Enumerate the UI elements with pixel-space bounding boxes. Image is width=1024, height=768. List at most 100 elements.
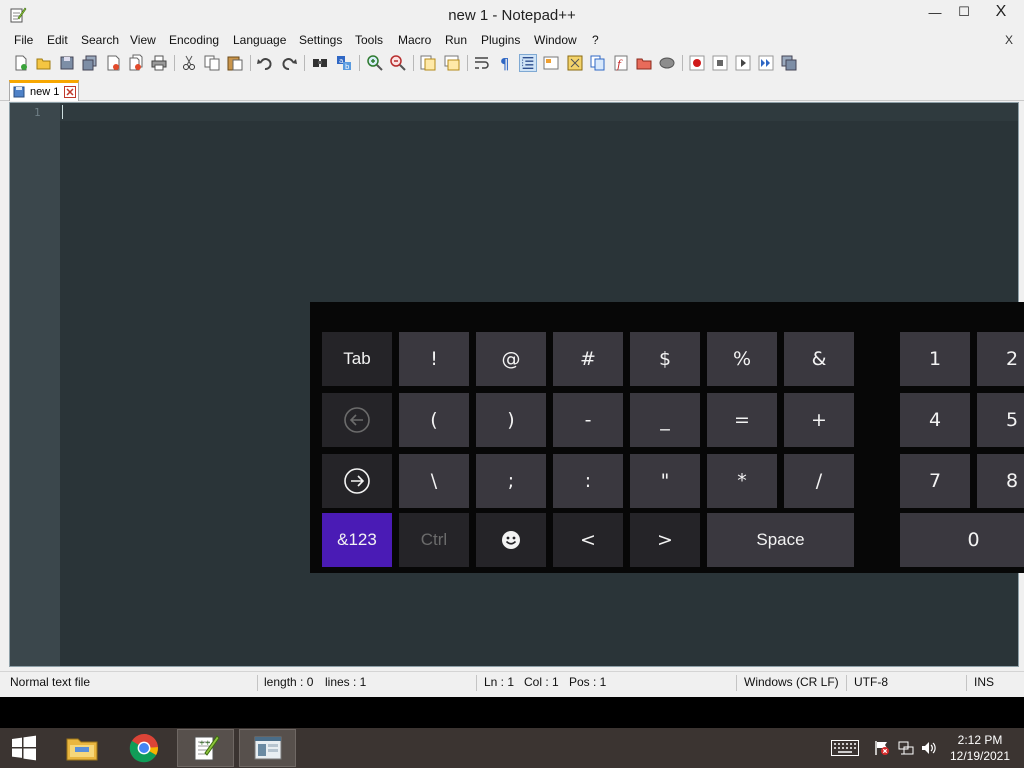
- key-8[interactable]: 8: [977, 454, 1024, 508]
- system-clock[interactable]: 2:12 PM 12/19/2021: [942, 732, 1018, 764]
- function-list-icon[interactable]: f: [612, 54, 630, 72]
- menu-run[interactable]: Run: [445, 33, 467, 47]
- status-eol-format[interactable]: Windows (CR LF): [744, 672, 839, 694]
- sync-horizontal-scroll-icon[interactable]: [443, 54, 461, 72]
- key-hyphen[interactable]: -: [553, 393, 623, 447]
- tray-network[interactable]: [896, 728, 916, 768]
- key-open-paren[interactable]: (: [399, 393, 469, 447]
- key-5[interactable]: 5: [977, 393, 1024, 447]
- status-insert-mode[interactable]: INS: [974, 672, 994, 694]
- key-dollar[interactable]: $: [630, 332, 700, 386]
- indent-guide-icon[interactable]: [519, 54, 537, 72]
- menu-view[interactable]: View: [130, 33, 156, 47]
- key-symbols-toggle[interactable]: &123: [322, 513, 392, 567]
- stop-recording-icon[interactable]: [711, 54, 729, 72]
- key-asterisk[interactable]: *: [707, 454, 777, 508]
- replace-icon[interactable]: ab: [335, 54, 353, 72]
- show-all-characters-icon[interactable]: ¶: [496, 54, 514, 72]
- emoji-icon: [502, 531, 520, 549]
- close-icon[interactable]: [64, 86, 76, 98]
- new-file-icon[interactable]: [12, 54, 30, 72]
- key-left-arrow[interactable]: <: [553, 513, 623, 567]
- document-list-icon[interactable]: [589, 54, 607, 72]
- menu-language[interactable]: Language: [233, 33, 286, 47]
- close-file-icon[interactable]: [104, 54, 122, 72]
- menu-window[interactable]: Window: [534, 33, 577, 47]
- menu-file[interactable]: File: [14, 33, 33, 47]
- menu-edit[interactable]: Edit: [47, 33, 68, 47]
- redo-icon[interactable]: [280, 54, 298, 72]
- run-macro-multiple-icon[interactable]: [757, 54, 775, 72]
- key-exclamation[interactable]: !: [399, 332, 469, 386]
- tray-touch-keyboard[interactable]: [829, 728, 861, 768]
- key-percent[interactable]: %: [707, 332, 777, 386]
- menu-encoding[interactable]: Encoding: [169, 33, 219, 47]
- save-all-icon[interactable]: [81, 54, 99, 72]
- tray-volume[interactable]: [919, 728, 939, 768]
- key-4[interactable]: 4: [900, 393, 970, 447]
- taskbar-chrome[interactable]: [115, 729, 172, 767]
- key-semicolon[interactable]: ;: [476, 454, 546, 508]
- key-emoji[interactable]: [476, 513, 546, 567]
- key-space[interactable]: Space: [707, 513, 854, 567]
- key-double-quote[interactable]: ": [630, 454, 700, 508]
- key-colon[interactable]: :: [553, 454, 623, 508]
- zoom-in-icon[interactable]: [366, 54, 384, 72]
- sync-vertical-scroll-icon[interactable]: [419, 54, 437, 72]
- close-button[interactable]: X: [978, 0, 1024, 24]
- find-icon[interactable]: [311, 54, 329, 72]
- copy-icon[interactable]: [203, 54, 221, 72]
- key-equals[interactable]: =: [707, 393, 777, 447]
- close-all-icon[interactable]: [127, 54, 145, 72]
- key-enter[interactable]: [322, 454, 392, 508]
- key-backslash[interactable]: \: [399, 454, 469, 508]
- playback-macro-icon[interactable]: [734, 54, 752, 72]
- menu-settings[interactable]: Settings: [299, 33, 342, 47]
- key-1[interactable]: 1: [900, 332, 970, 386]
- zoom-out-icon[interactable]: [389, 54, 407, 72]
- undo-icon[interactable]: [256, 54, 274, 72]
- key-at[interactable]: @: [476, 332, 546, 386]
- document-map-icon[interactable]: [566, 54, 584, 72]
- key-underscore[interactable]: _: [630, 393, 700, 447]
- cut-icon[interactable]: [180, 54, 198, 72]
- key-7[interactable]: 7: [900, 454, 970, 508]
- key-backspace[interactable]: [322, 393, 392, 447]
- key-ampersand[interactable]: &: [784, 332, 854, 386]
- word-wrap-icon[interactable]: [473, 54, 491, 72]
- monitoring-icon[interactable]: [658, 54, 676, 72]
- save-macro-icon[interactable]: [780, 54, 798, 72]
- maximize-button[interactable]: ☐: [952, 0, 976, 24]
- menu-help[interactable]: ?: [592, 33, 599, 47]
- key-0[interactable]: 0: [900, 513, 1024, 567]
- key-right-arrow[interactable]: >: [630, 513, 700, 567]
- minimize-button[interactable]: —: [918, 0, 952, 24]
- language-define-icon[interactable]: [542, 54, 560, 72]
- key-2[interactable]: 2: [977, 332, 1024, 386]
- paste-icon[interactable]: [226, 54, 244, 72]
- status-encoding[interactable]: UTF-8: [854, 672, 888, 694]
- line-number-gutter: 1: [10, 103, 60, 666]
- key-close-paren[interactable]: ): [476, 393, 546, 447]
- open-file-icon[interactable]: [35, 54, 53, 72]
- menu-plugins[interactable]: Plugins: [481, 33, 520, 47]
- taskbar-file-explorer[interactable]: [53, 729, 110, 767]
- close-document-button[interactable]: X: [1005, 33, 1013, 47]
- taskbar-touch-keyboard[interactable]: [239, 729, 296, 767]
- tab-new-1[interactable]: new 1: [9, 80, 79, 101]
- folder-as-workspace-icon[interactable]: [635, 54, 653, 72]
- key-plus[interactable]: +: [784, 393, 854, 447]
- menu-tools[interactable]: Tools: [355, 33, 383, 47]
- print-icon[interactable]: [150, 54, 168, 72]
- start-button[interactable]: [0, 729, 48, 767]
- key-ctrl[interactable]: Ctrl: [399, 513, 469, 567]
- record-macro-icon[interactable]: [688, 54, 706, 72]
- taskbar-notepad-plus-plus[interactable]: ++: [177, 729, 234, 767]
- tray-action-center[interactable]: [872, 728, 892, 768]
- key-hash[interactable]: #: [553, 332, 623, 386]
- menu-macro[interactable]: Macro: [398, 33, 431, 47]
- save-icon[interactable]: [58, 54, 76, 72]
- menu-search[interactable]: Search: [81, 33, 119, 47]
- key-slash[interactable]: /: [784, 454, 854, 508]
- key-tab[interactable]: Tab: [322, 332, 392, 386]
